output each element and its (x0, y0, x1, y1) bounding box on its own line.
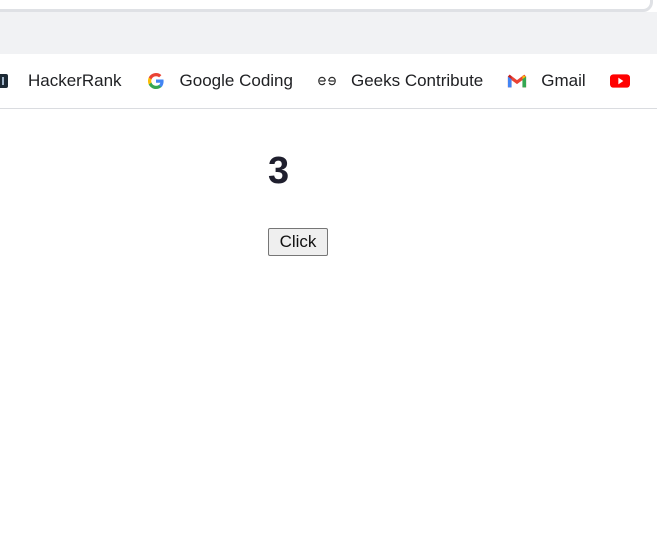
bookmark-hackerrank[interactable]: HackerRank (0, 65, 122, 97)
active-tab-edge[interactable] (0, 0, 653, 12)
counter-value: 3 (268, 150, 290, 192)
page-content: 3 Click (0, 109, 657, 545)
hackerrank-icon (0, 71, 14, 91)
bookmark-label: Gmail (541, 71, 586, 90)
bookmarks-bar: HackerRank Google Coding Geeks Contribut… (0, 54, 657, 108)
bookmark-youtube[interactable] (609, 65, 644, 97)
bookmark-gmail[interactable]: Gmail (507, 65, 586, 97)
youtube-icon (609, 71, 630, 91)
bookmark-geeks-contribute[interactable]: Geeks Contribute (317, 65, 483, 97)
bookmark-label: Geeks Contribute (350, 71, 484, 90)
click-button[interactable]: Click (268, 228, 328, 256)
gmail-icon (507, 71, 527, 91)
google-icon (146, 71, 166, 91)
bookmark-label: HackerRank (28, 71, 122, 90)
tab-strip (0, 0, 657, 12)
browser-chrome: HackerRank Google Coding Geeks Contribut… (0, 0, 657, 109)
toolbar-area (0, 12, 657, 54)
bookmark-label: Google Coding (179, 71, 293, 90)
bookmark-google-coding[interactable]: Google Coding (146, 65, 293, 97)
geeksforgeeks-icon (317, 71, 337, 91)
